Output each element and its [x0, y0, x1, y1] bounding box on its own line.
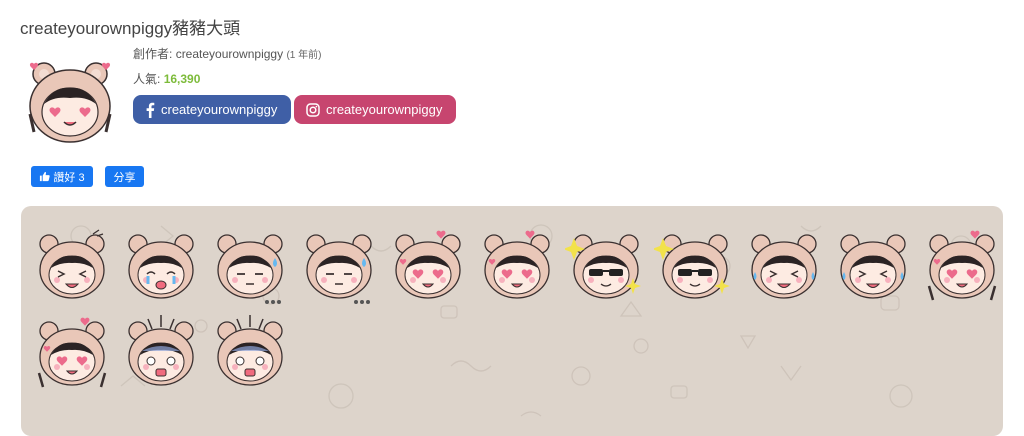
facebook-button[interactable]: createyourownpiggy — [133, 95, 291, 124]
piggy-avatar-icon — [28, 62, 112, 143]
piggy-heart-eyes-sticker-2[interactable] — [476, 224, 558, 306]
piggy-heart-eyes-sticker[interactable] — [387, 224, 469, 306]
piggy-shocked-sticker[interactable] — [120, 311, 202, 393]
piggy-sweat-dots-sticker-2[interactable] — [298, 224, 380, 306]
share-button[interactable]: 分享 — [105, 166, 144, 187]
piggy-sweat-dots-sticker[interactable] — [209, 224, 291, 306]
popularity-line: 人氣: 16,390 — [133, 70, 200, 87]
piggy-sunglasses-sticker[interactable] — [565, 224, 647, 306]
author-age: (1 年前) — [286, 50, 322, 61]
facebook-icon — [145, 102, 155, 118]
like-button[interactable]: 讚好 3 — [31, 166, 93, 187]
popularity-value: 16,390 — [163, 72, 201, 86]
instagram-button[interactable]: createyourownpiggy — [294, 95, 456, 124]
sticker-panel — [21, 206, 1003, 436]
instagram-icon — [306, 102, 320, 117]
facebook-label: createyourownpiggy — [161, 102, 278, 117]
like-label: 讚好 3 — [53, 171, 85, 184]
author-line: 創作者: createyourownpiggy (1 年前) — [133, 45, 321, 62]
popularity-label: 人氣: — [133, 72, 161, 86]
piggy-crying-sticker[interactable] — [120, 224, 202, 306]
author-label: 創作者: — [133, 47, 173, 61]
page-title: createyourownpiggy豬豬大頭 — [20, 19, 241, 38]
piggy-laughing-tears-sticker-2[interactable] — [832, 224, 914, 306]
thumbs-up-icon — [39, 171, 51, 182]
instagram-label: createyourownpiggy — [326, 102, 443, 117]
piggy-shocked-sticker-2[interactable] — [209, 311, 291, 393]
piggy-squint-angry-sticker[interactable] — [31, 224, 113, 306]
piggy-sunglasses-sticker-2[interactable] — [654, 224, 736, 306]
piggy-heart-eyes-chopsticks-sticker[interactable] — [921, 224, 1003, 306]
piggy-laughing-tears-sticker[interactable] — [743, 224, 825, 306]
author-name[interactable]: createyourownpiggy — [176, 47, 283, 61]
piggy-heart-eyes-chopsticks-sticker-2[interactable] — [31, 311, 113, 393]
